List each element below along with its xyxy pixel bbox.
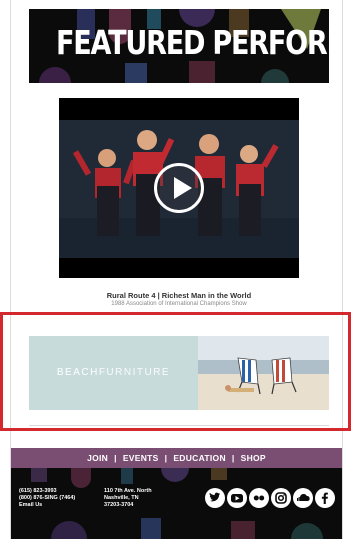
contact-address-block: 110 7th Ave. North Nashville, TN 37203-3… xyxy=(104,488,152,509)
flickr-icon[interactable] xyxy=(249,488,269,508)
nav-separator: | xyxy=(231,453,235,463)
phone-2[interactable]: (800) 876-SING (7464) xyxy=(19,495,75,502)
soundcloud-icon[interactable] xyxy=(293,488,313,508)
play-icon xyxy=(174,177,192,199)
play-button[interactable] xyxy=(154,163,204,213)
ad-brand-panel: BEACHFURNITURE xyxy=(29,336,198,410)
nav-shop[interactable]: SHOP xyxy=(241,453,266,463)
social-links xyxy=(205,488,335,508)
address-line-2: Nashville, TN xyxy=(104,495,139,501)
ad-brand-text: BEACHFURNITURE xyxy=(29,367,198,378)
instagram-icon[interactable] xyxy=(271,488,291,508)
youtube-icon[interactable] xyxy=(227,488,247,508)
nav-separator: | xyxy=(114,453,117,463)
featured-title: FEATURED PERFORMANCE xyxy=(56,23,329,62)
beach-furniture-ad[interactable]: BEACHFURNITURE xyxy=(29,336,329,410)
ad-brand-word-2: FURNITURE xyxy=(98,367,171,378)
footer-nav: JOIN | EVENTS | EDUCATION | SHOP xyxy=(11,453,342,463)
video-player[interactable] xyxy=(59,98,299,278)
contact-phone-block: (615) 823-3993 (800) 876-SING (7464) Ema… xyxy=(19,488,75,509)
address-line-3: 37203-3704 xyxy=(104,502,134,508)
address-line-1: 110 7th Ave. North xyxy=(104,488,152,494)
footer: (615) 823-3993 (800) 876-SING (7464) Ema… xyxy=(11,468,342,539)
nav-join[interactable]: JOIN xyxy=(87,453,108,463)
ad-beach-image xyxy=(198,336,329,410)
nav-separator: | xyxy=(164,453,168,463)
phone-1[interactable]: (615) 823-3993 xyxy=(19,488,75,495)
nav-events[interactable]: EVENTS xyxy=(123,453,159,463)
section-divider xyxy=(29,425,329,426)
email-link[interactable]: Email Us xyxy=(19,502,75,509)
video-title: Rural Route 4 | Richest Man in the World xyxy=(106,291,252,300)
video-subtitle: 1988 Association of International Champi… xyxy=(111,301,247,307)
featured-banner: FEATURED PERFORMANCE xyxy=(29,9,329,83)
twitter-icon[interactable] xyxy=(205,488,225,508)
facebook-icon[interactable] xyxy=(315,488,335,508)
footer-nav-bar: JOIN | EVENTS | EDUCATION | SHOP xyxy=(11,448,342,468)
nav-education[interactable]: EDUCATION xyxy=(173,453,226,463)
ad-brand-word-1: BEACH xyxy=(56,367,99,378)
